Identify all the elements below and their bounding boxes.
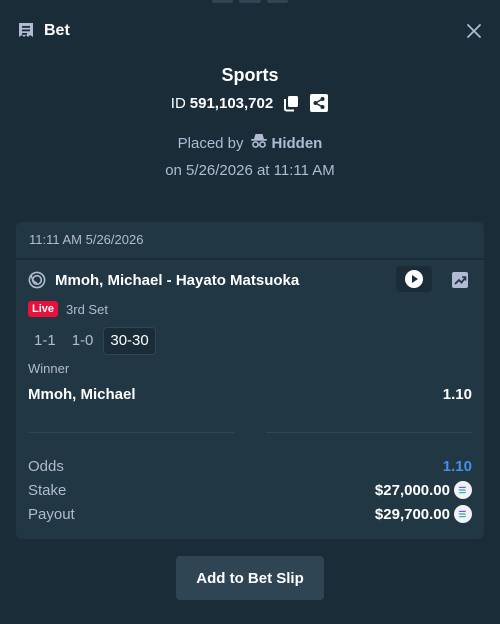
score-set-2: 1-0 bbox=[71, 332, 94, 349]
solana-coin-icon bbox=[454, 481, 472, 499]
placed-by-label: Placed by bbox=[177, 134, 244, 152]
match-row: Mmoh, Michael - Hayato Matsuoka bbox=[28, 266, 472, 292]
payout-value-group: $29,700.00 bbox=[375, 505, 472, 523]
payout-label: Payout bbox=[28, 505, 75, 523]
solana-coin-icon bbox=[454, 505, 472, 523]
bet-totals: Odds 1.10 Stake $27,000.00 Payout $29,70… bbox=[28, 454, 472, 526]
payout-row: Payout $29,700.00 bbox=[28, 502, 472, 526]
modal-header: Bet bbox=[16, 19, 484, 43]
selection-row: Mmoh, Michael 1.10 bbox=[28, 383, 472, 405]
bet-modal: Bet Sports ID 591,103,702 Placed by Hidd… bbox=[0, 0, 500, 624]
odds-label: Odds bbox=[28, 457, 64, 475]
stats-button[interactable] bbox=[448, 268, 472, 292]
score-list: 1-1 1-0 30-30 bbox=[28, 327, 156, 355]
stake-label: Stake bbox=[28, 481, 67, 499]
bet-card: 11:11 AM 5/26/2026 Mmoh, Michael - Hayat… bbox=[16, 222, 484, 539]
add-to-bet-slip-button[interactable]: Add to Bet Slip bbox=[176, 556, 324, 600]
selection-odds: 1.10 bbox=[442, 385, 472, 403]
stake-row: Stake $27,000.00 bbox=[28, 478, 472, 502]
selection-name: Mmoh, Michael bbox=[28, 385, 136, 403]
chart-icon bbox=[452, 272, 468, 288]
incognito-icon bbox=[250, 133, 272, 153]
stake-value-group: $27,000.00 bbox=[375, 481, 472, 499]
bet-id-label: ID bbox=[170, 94, 186, 112]
status-row: Live 3rd Set bbox=[28, 300, 108, 318]
match-name[interactable]: Mmoh, Michael - Hayato Matsuoka bbox=[55, 272, 299, 289]
placed-date: on 5/26/2026 at 11:11 AM bbox=[165, 162, 335, 179]
hidden-user: Hidden bbox=[250, 133, 323, 153]
score-set-1: 1-1 bbox=[34, 332, 56, 349]
sport-title: Sports bbox=[221, 65, 279, 85]
play-stream-button[interactable] bbox=[396, 266, 432, 292]
share-icon[interactable] bbox=[309, 93, 329, 113]
close-icon[interactable] bbox=[464, 21, 484, 41]
placed-by-row: Placed by Hidden bbox=[0, 132, 500, 154]
receipt-icon bbox=[16, 21, 36, 41]
live-badge: Live bbox=[28, 301, 59, 317]
period-label: 3rd Set bbox=[66, 301, 108, 317]
bet-id-row: ID 591,103,702 bbox=[0, 92, 500, 114]
divider-left bbox=[28, 432, 234, 433]
payout-value: $29,700.00 bbox=[374, 505, 450, 523]
market-label: Winner bbox=[28, 361, 70, 376]
tennis-ball-icon bbox=[28, 271, 46, 289]
background-tabs-hint bbox=[212, 0, 288, 3]
odds-row: Odds 1.10 bbox=[28, 454, 472, 478]
bet-summary: Sports ID 591,103,702 Placed by Hidden o… bbox=[0, 62, 500, 182]
score-current-game: 30-30 bbox=[103, 327, 156, 355]
divider-right bbox=[266, 432, 472, 433]
placed-by-user: Hidden bbox=[271, 134, 323, 152]
modal-title: Bet bbox=[44, 22, 70, 39]
play-icon bbox=[405, 270, 423, 288]
card-timestamp: 11:11 AM 5/26/2026 bbox=[16, 222, 484, 260]
odds-value: 1.10 bbox=[442, 457, 472, 475]
stake-value: $27,000.00 bbox=[374, 481, 450, 499]
bet-id-value: 591,103,702 bbox=[189, 94, 274, 112]
copy-icon[interactable] bbox=[281, 93, 301, 113]
